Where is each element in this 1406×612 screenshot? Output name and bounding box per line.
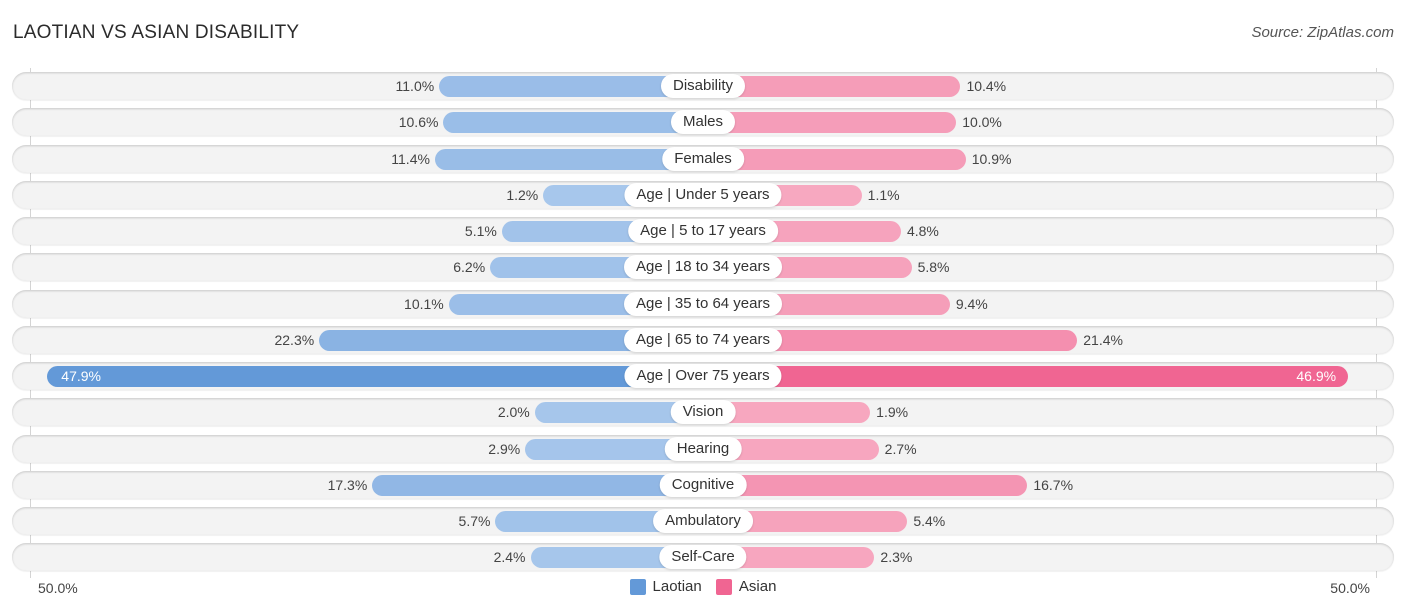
category-label: Disability xyxy=(660,74,746,98)
chart-row: Hearing 2.9% 2.7% xyxy=(12,434,1394,463)
value-label-laotian: 2.4% xyxy=(493,549,526,566)
category-label: Ambulatory xyxy=(653,509,753,533)
category-label: Age | 65 to 74 years xyxy=(624,327,782,352)
category-label: Age | Over 75 years xyxy=(624,364,782,388)
category-label: Vision xyxy=(670,400,736,425)
value-label-laotian: 6.2% xyxy=(453,259,486,276)
value-label-laotian: 10.6% xyxy=(398,114,439,131)
legend-item-laotian[interactable]: Laotian xyxy=(629,578,702,595)
category-label: Females xyxy=(662,146,744,171)
chart-row: Age | 35 to 64 years 10.1% 9.4% xyxy=(12,289,1394,318)
chart-row: Males 10.6% 10.0% xyxy=(12,108,1394,137)
legend-label-asian: Asian xyxy=(738,578,777,595)
value-label-laotian: 5.7% xyxy=(458,513,491,529)
category-label: Age | Under 5 years xyxy=(624,182,782,207)
chart-row: Age | 5 to 17 years 5.1% 4.8% xyxy=(12,217,1394,245)
chart-title: LAOTIAN VS ASIAN DISABILITY xyxy=(13,22,300,43)
chart-row: Disability 11.0% 10.4% xyxy=(12,72,1394,100)
chart-row: Ambulatory 5.7% 5.4% xyxy=(12,507,1394,535)
value-label-asian: 21.4% xyxy=(1083,331,1123,348)
value-label-asian: 10.0% xyxy=(962,114,1002,131)
bar-asian[interactable] xyxy=(703,474,1028,496)
value-label-laotian: 2.9% xyxy=(488,440,521,457)
chart-row: Females 11.4% 10.9% xyxy=(12,144,1394,173)
value-label-asian: 5.4% xyxy=(913,513,946,529)
chart-row: Age | 18 to 34 years 6.2% 5.8% xyxy=(12,253,1394,282)
value-label-laotian: 47.9% xyxy=(61,368,101,384)
value-label-asian: 4.8% xyxy=(906,223,939,239)
legend: Laotian Asian xyxy=(0,578,1406,599)
value-label-laotian: 22.3% xyxy=(274,331,315,348)
bar-asian[interactable] xyxy=(703,366,1349,387)
legend-swatch-laotian xyxy=(629,578,646,595)
value-label-asian: 16.7% xyxy=(1033,476,1074,493)
value-label-asian: 2.7% xyxy=(884,440,917,457)
chart-row: Age | 65 to 74 years 22.3% 21.4% xyxy=(12,325,1394,354)
chart-row: Cognitive 17.3% 16.7% xyxy=(12,470,1394,499)
value-label-laotian: 17.3% xyxy=(327,476,368,493)
category-label: Age | 18 to 34 years xyxy=(624,255,782,280)
legend-item-asian[interactable]: Asian xyxy=(715,578,777,595)
value-label-asian: 1.1% xyxy=(867,186,900,203)
category-label: Hearing xyxy=(664,436,742,461)
category-label: Self-Care xyxy=(659,545,747,570)
chart-row: Vision 2.0% 1.9% xyxy=(12,398,1394,427)
bar-asian[interactable] xyxy=(703,112,957,134)
value-label-asian: 2.3% xyxy=(880,549,913,566)
category-label: Age | 5 to 17 years xyxy=(628,219,778,243)
value-label-asian: 5.8% xyxy=(917,259,950,276)
category-label: Males xyxy=(670,110,736,135)
chart-row: Age | Under 5 years 1.2% 1.1% xyxy=(12,180,1394,209)
legend-swatch-asian xyxy=(715,578,732,595)
value-label-asian: 10.4% xyxy=(966,78,1007,94)
bar-laotian[interactable] xyxy=(47,366,703,387)
value-label-laotian: 1.2% xyxy=(506,186,539,203)
source-label: Source: ZipAtlas.com xyxy=(1251,24,1394,41)
chart-row: Age | Over 75 years 47.9% 46.9% xyxy=(12,362,1394,390)
category-label: Age | 35 to 64 years xyxy=(624,291,782,316)
value-label-laotian: 11.4% xyxy=(391,150,430,167)
bar-laotian[interactable] xyxy=(443,112,703,134)
value-label-laotian: 2.0% xyxy=(497,404,530,421)
bar-laotian[interactable] xyxy=(372,474,703,496)
value-label-asian: 9.4% xyxy=(955,295,988,312)
value-label-asian: 1.9% xyxy=(876,404,909,421)
value-label-laotian: 5.1% xyxy=(464,223,497,239)
value-label-laotian: 10.1% xyxy=(404,295,444,312)
category-label: Cognitive xyxy=(659,472,747,497)
value-label-laotian: 11.0% xyxy=(395,78,435,94)
value-label-asian: 46.9% xyxy=(1296,368,1337,384)
value-label-asian: 10.9% xyxy=(971,150,1012,167)
legend-label-laotian: Laotian xyxy=(652,578,702,595)
chart-row: Self-Care 2.4% 2.3% xyxy=(12,543,1394,572)
